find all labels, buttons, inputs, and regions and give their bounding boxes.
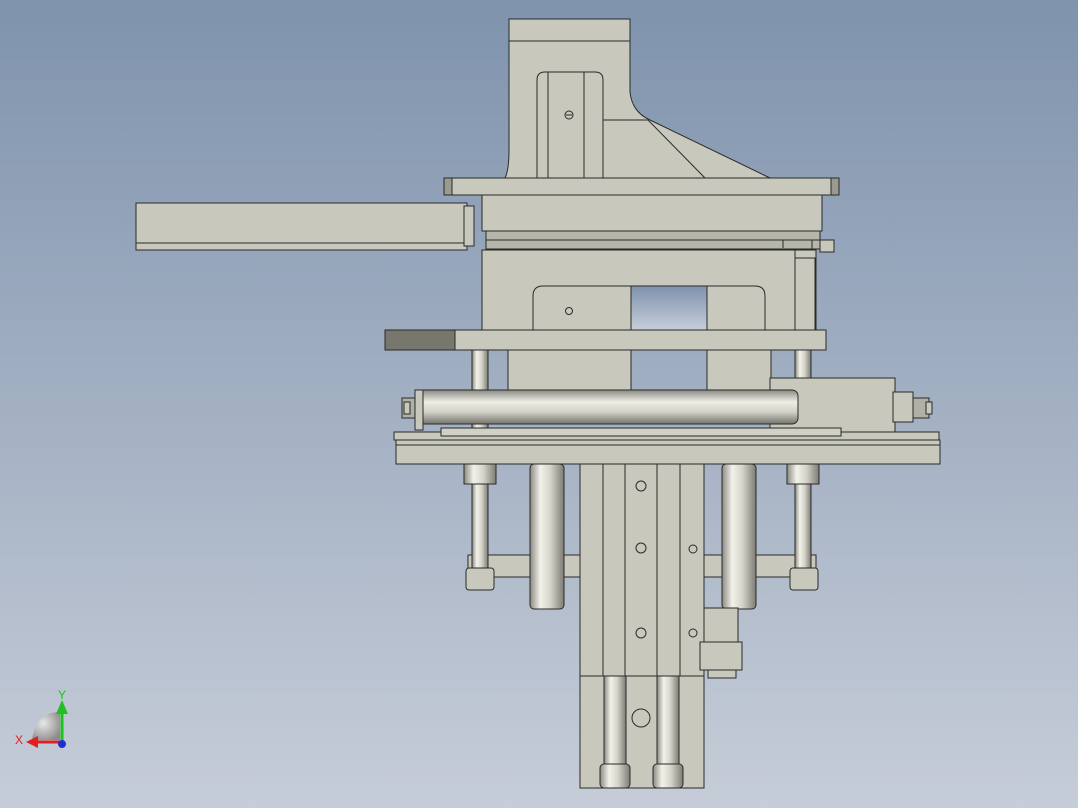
horizontal-rod[interactable] (401, 389, 799, 431)
gripper-block[interactable] (699, 607, 743, 679)
model-canvas[interactable] (0, 0, 1078, 808)
left-arm-beam[interactable] (135, 202, 475, 251)
vertical-slide[interactable] (579, 463, 705, 677)
middle-block[interactable] (481, 239, 817, 331)
bottom-block[interactable] (579, 675, 705, 789)
triad-y-label: Y (58, 688, 67, 702)
lower-plate[interactable] (393, 427, 941, 465)
triad-x-label: X (15, 733, 24, 747)
top-plate[interactable] (443, 177, 840, 253)
cad-viewport[interactable]: X Y (0, 0, 1078, 808)
